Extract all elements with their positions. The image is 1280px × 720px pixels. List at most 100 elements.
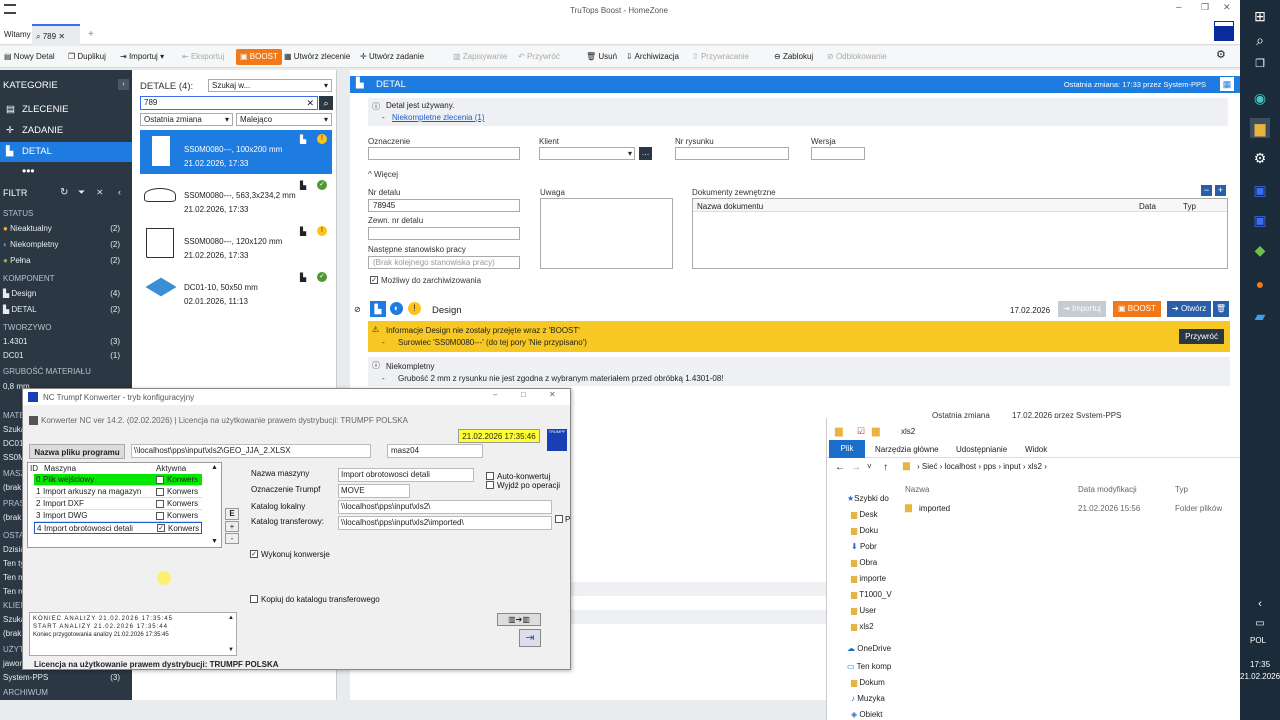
unarchive-button[interactable]: ⇧ Przywracanie [692, 50, 749, 64]
remove-doc-button[interactable]: − [1201, 185, 1212, 196]
filter-row-system-pps[interactable]: System-PPS (3) [3, 672, 120, 684]
sort-order-select[interactable]: Malejąco ▾ [236, 113, 332, 126]
table-row[interactable]: 0 Plik wejściowy Konwers [34, 474, 202, 486]
import-button[interactable]: ⇥ Importuj ▾ [120, 50, 164, 64]
filter-row-detal[interactable]: ▙ DETAL (2) [3, 304, 120, 316]
search-icon[interactable]: ⌕ [1250, 30, 1270, 50]
lock-button[interactable]: ⊖ Zablokuj [774, 50, 813, 64]
properties-icon[interactable]: ☑ [857, 426, 865, 437]
app-green-icon[interactable]: ◆ [1250, 240, 1270, 260]
new-tab-button[interactable]: + [84, 24, 98, 45]
table-row[interactable]: 1 Import arkuszy na magazyn Konwers [34, 486, 202, 498]
clock-time[interactable]: 17:35 [1250, 660, 1270, 669]
language-indicator[interactable]: POL [1250, 636, 1266, 645]
create-order-button[interactable]: ▦ Utwórz zlecenie [284, 50, 350, 64]
design-import-button[interactable]: ⇥ Importuj [1058, 301, 1106, 317]
maximize-icon[interactable]: ❐ [1201, 2, 1209, 13]
nr-detalu-field[interactable]: 78945 [368, 199, 520, 212]
archivable-checkbox[interactable]: ✓ [370, 276, 378, 284]
sidebar-item-zlecenie[interactable]: ▤ ZLECENIE [0, 102, 132, 118]
edge-browser-icon[interactable]: ◉ [1250, 88, 1270, 108]
ribbon-tab-share[interactable]: Udostępnianie [956, 445, 1007, 454]
app-blue-icon-2[interactable]: ▣ [1250, 210, 1270, 230]
collapse-design-icon[interactable]: ⊘ [354, 305, 361, 314]
unlock-button[interactable]: ⊘ Odblokowanie [827, 50, 887, 64]
p-checkbox[interactable] [555, 515, 563, 523]
table-row[interactable]: 4 Import obrotowosci detali ✓ Konwers [34, 522, 202, 534]
filter-row-pelna[interactable]: ● Pełna (2) [3, 255, 120, 267]
file-explorer-icon[interactable]: ▆ [1250, 118, 1270, 138]
more-icon[interactable]: … [639, 147, 652, 160]
filter-row-design[interactable]: ▙ Design (4) [3, 288, 120, 300]
windows-start-icon[interactable]: ⊞ [1250, 6, 1270, 26]
search-scope-select[interactable]: Szukaj w... ▾ [208, 79, 332, 92]
list-item[interactable]: DC01-10, 50x50 mm 02.01.2026, 11:13 ▙ ✓ [140, 268, 332, 312]
file-row[interactable]: ▆ imported 21.02.2026 15:56 Folder plikó… [903, 502, 1237, 516]
table-row[interactable]: 3 Import DWG Konwers [34, 510, 202, 522]
auto-convert-checkbox[interactable] [486, 472, 494, 480]
ribbon-tab-home[interactable]: Narzędzia główne [875, 445, 939, 454]
list-item[interactable]: SS0M0080---, 563,3x234,2 mm 21.02.2026, … [140, 176, 332, 220]
new-folder-icon[interactable]: ▆ [872, 426, 880, 437]
local-dir-field[interactable]: \\localhost\pps\input\xls2\ [338, 500, 552, 514]
duplicate-button[interactable]: ❐ Duplikuj [68, 50, 106, 64]
design-restore-button[interactable]: Przywróć [1179, 329, 1224, 344]
nav-item[interactable]: ▆ T1000_V [851, 590, 892, 599]
search-input[interactable]: 789 ✕ [140, 96, 318, 110]
table-row[interactable]: 2 Import DXF Konwers [34, 498, 202, 510]
sidebar-item-detal[interactable]: ▙ DETAL [0, 142, 132, 162]
nav-item[interactable]: ◈ Obiekt [851, 710, 883, 719]
nav-item[interactable]: ⬇ Pobr [851, 542, 877, 551]
app-menu-icon[interactable] [4, 4, 16, 14]
active-checkbox[interactable] [156, 512, 164, 520]
app-orange-icon[interactable]: ● [1250, 274, 1270, 294]
zewn-nr-detalu-field[interactable] [368, 227, 520, 240]
up-arrow-icon[interactable]: ↑ [883, 462, 888, 473]
boost-button[interactable]: ▣ BOOST [236, 49, 282, 65]
active-checkbox[interactable] [156, 488, 164, 496]
filter-row-nieaktualny[interactable]: ● Nieaktualny (2) [3, 223, 120, 235]
tab-close-icon[interactable]: ✕ [58, 26, 65, 47]
task-view-icon[interactable]: ❐ [1250, 54, 1270, 74]
next-workstation-field[interactable]: (Brak kolejnego stanowiska pracy) [368, 256, 520, 269]
chevron-left-icon[interactable]: ‹ [1250, 594, 1270, 614]
app-store-icon[interactable]: ▰ [1250, 306, 1270, 326]
forward-arrow-icon[interactable]: → [851, 462, 861, 473]
scroll-down-icon[interactable]: ▼ [228, 646, 234, 654]
nav-item[interactable]: ▭ Ten komp [847, 662, 891, 671]
settings-gear-icon[interactable]: ⚙ [1216, 48, 1226, 62]
app-blue-icon[interactable]: ▣ [1250, 180, 1270, 200]
nav-item[interactable]: ▆ Desk [851, 510, 878, 519]
machine-name-field[interactable]: Import obrotowosci detali [338, 468, 474, 482]
convert-buttons[interactable]: ▥➔▥ [497, 613, 541, 626]
exit-icon[interactable]: ⇥ [519, 629, 541, 647]
design-delete-button[interactable]: 🗑 [1213, 301, 1229, 317]
sort-field-select[interactable]: Ostatnia zmiana ▾ [140, 113, 233, 126]
more-toggle[interactable]: ^ Więcej [368, 170, 398, 179]
address-bar[interactable]: ▆ › Sieć › localhost › pps › input › xls… [899, 460, 1235, 474]
nav-item[interactable]: ▆ Doku [851, 526, 878, 535]
add-doc-button[interactable]: + [1215, 185, 1226, 196]
collapse-icon[interactable]: ‹ [118, 79, 129, 90]
filter-row-dc01[interactable]: DC01 (1) [3, 350, 120, 362]
sidebar-item-zadanie[interactable]: ✛ ZADANIE [0, 123, 132, 139]
filter-row-14301[interactable]: 1.4301 (3) [3, 336, 120, 348]
create-task-button[interactable]: ✛ Utwórz zadanie [360, 50, 424, 64]
run-convert-checkbox[interactable]: ✓ [250, 550, 258, 558]
save-button[interactable]: ▥ Zapisywanie [453, 50, 507, 64]
edit-button[interactable]: E [225, 508, 239, 520]
maximize-icon[interactable]: □ [521, 390, 526, 399]
clear-icon[interactable]: ✕ [306, 97, 314, 109]
minimize-icon[interactable]: – [1176, 2, 1182, 13]
machine-code-field[interactable]: masz04 [387, 444, 483, 458]
active-checkbox[interactable] [156, 500, 164, 508]
active-checkbox[interactable] [156, 476, 164, 484]
collapse-filter-icon[interactable]: ‹ [118, 187, 121, 197]
close-icon[interactable]: ✕ [549, 390, 556, 399]
clock-date[interactable]: 21.02.2026 [1240, 672, 1280, 681]
scroll-down-icon[interactable]: ▼ [211, 538, 218, 545]
network-icon[interactable]: ▭ [1250, 614, 1270, 634]
list-item[interactable]: SS0M0080---, 100x200 mm 21.02.2026, 17:3… [140, 130, 332, 174]
minimize-icon[interactable]: – [493, 390, 497, 399]
ribbon-tab-plik[interactable]: Plik [829, 440, 865, 458]
